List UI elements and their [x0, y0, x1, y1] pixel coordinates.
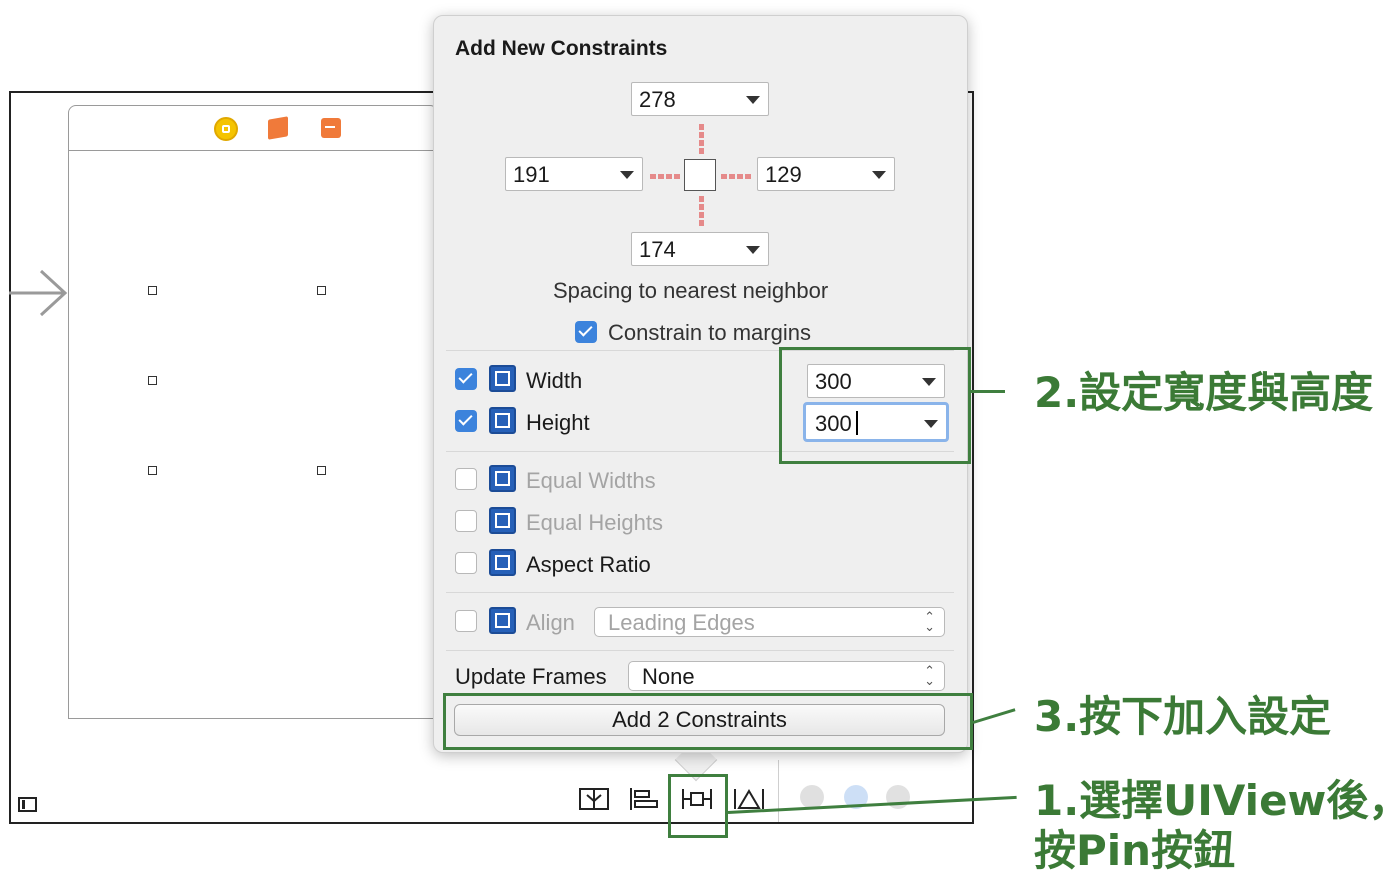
scene-dock: [68, 105, 438, 151]
connector-line: [971, 390, 1005, 393]
bottom-strut[interactable]: [699, 196, 704, 226]
aspect-ratio-checkbox[interactable]: [455, 552, 477, 574]
connector-line: [972, 708, 1016, 724]
equal-widths-icon: [489, 465, 516, 492]
align-checkbox[interactable]: [455, 610, 477, 632]
top-strut[interactable]: [699, 124, 704, 154]
divider: [446, 650, 954, 651]
document-outline-toggle[interactable]: [18, 797, 37, 812]
spacing-caption: Spacing to nearest neighbor: [553, 278, 829, 303]
equal-widths-label: Equal Widths: [526, 468, 656, 493]
view-controller-scene[interactable]: [68, 105, 438, 719]
highlight-add-button: [443, 693, 973, 750]
left-spacing-field[interactable]: 191: [505, 157, 643, 191]
right-strut[interactable]: [721, 174, 751, 179]
chevron-down-icon: [746, 246, 760, 254]
exit-icon[interactable]: [321, 118, 341, 138]
annotation-step3: 3.按下加入設定: [1034, 692, 1332, 741]
entry-point-arrow-icon: [9, 269, 68, 317]
updown-chevron-icon: ⌃ ⌄: [924, 663, 935, 688]
resolve-issues-icon[interactable]: [733, 787, 765, 811]
divider: [446, 592, 954, 593]
equal-heights-checkbox[interactable]: [455, 510, 477, 532]
update-frames-popup[interactable]: None ⌃ ⌄: [628, 661, 945, 691]
right-spacing-field[interactable]: 129: [757, 157, 895, 191]
left-strut[interactable]: [650, 174, 680, 179]
width-checkbox[interactable]: [455, 368, 477, 390]
equal-heights-icon: [489, 507, 516, 534]
highlight-size-fields: [779, 347, 971, 464]
width-constraint-icon: [489, 365, 516, 392]
width-label: Width: [526, 368, 583, 393]
align-icon[interactable]: [628, 787, 660, 811]
annotation-step1-line2: 按Pin按鈕: [1034, 826, 1236, 875]
first-responder-icon[interactable]: [268, 116, 288, 140]
right-spacing-value: 129: [765, 162, 802, 187]
chevron-down-icon: [620, 171, 634, 179]
chevron-down-icon: [872, 171, 886, 179]
top-spacing-value: 278: [639, 87, 676, 112]
resize-handle[interactable]: [148, 376, 157, 385]
chevron-down-icon: [746, 96, 760, 104]
align-icon: [489, 607, 516, 634]
constraint-target-box: [684, 159, 716, 191]
resize-handle[interactable]: [148, 466, 157, 475]
bottom-spacing-field[interactable]: 174: [631, 232, 769, 266]
constrain-margins-label: Constrain to margins: [608, 320, 811, 345]
resize-handle[interactable]: [148, 286, 157, 295]
align-value: Leading Edges: [608, 610, 755, 635]
align-label: Align: [526, 610, 575, 635]
resize-handle[interactable]: [317, 466, 326, 475]
aspect-ratio-icon: [489, 549, 516, 576]
height-checkbox[interactable]: [455, 410, 477, 432]
popover-title: Add New Constraints: [455, 37, 668, 60]
toolbar-divider: [778, 760, 779, 822]
highlight-pin-button: [668, 774, 728, 838]
update-frames-label: Update Frames: [455, 664, 607, 689]
equal-widths-checkbox[interactable]: [455, 468, 477, 490]
view-controller-icon[interactable]: [214, 117, 238, 141]
height-label: Height: [526, 410, 590, 435]
update-frames-value: None: [642, 664, 695, 689]
constrain-margins-checkbox[interactable]: [575, 321, 597, 343]
align-popup[interactable]: Leading Edges ⌃ ⌄: [594, 607, 945, 637]
top-spacing-field[interactable]: 278: [631, 82, 769, 116]
bottom-spacing-value: 174: [639, 237, 676, 262]
equal-heights-label: Equal Heights: [526, 510, 663, 535]
stack-icon[interactable]: [578, 787, 610, 811]
aspect-ratio-label: Aspect Ratio: [526, 552, 651, 577]
left-spacing-value: 191: [513, 162, 550, 187]
annotation-step2: 2.設定寬度與高度: [1034, 368, 1374, 417]
height-constraint-icon: [489, 407, 516, 434]
updown-chevron-icon: ⌃ ⌄: [924, 609, 935, 634]
resize-handle[interactable]: [317, 286, 326, 295]
